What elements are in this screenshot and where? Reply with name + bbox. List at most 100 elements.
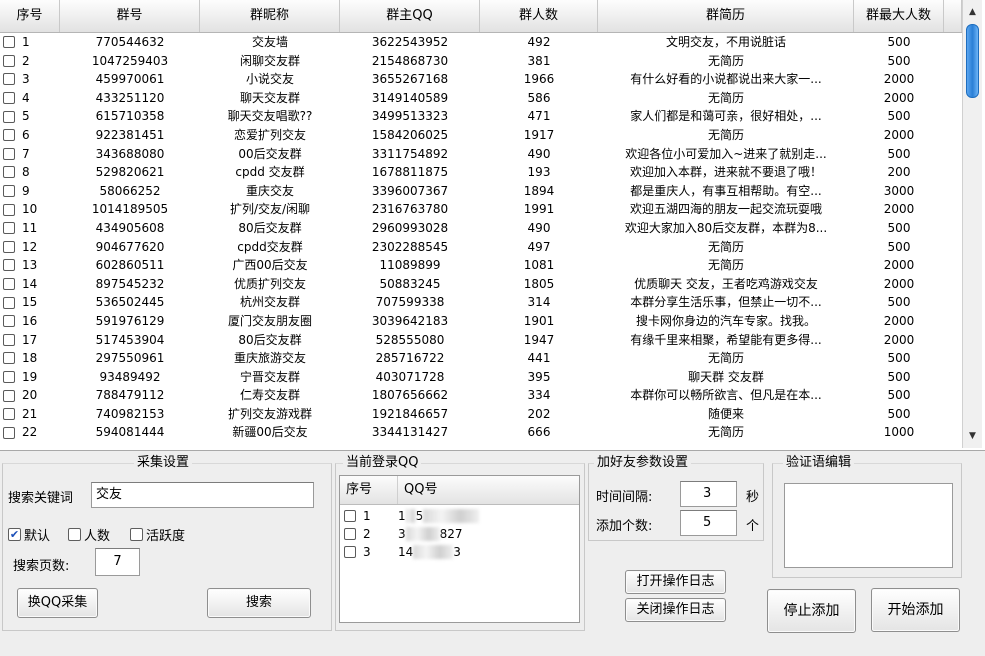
checkbox-icon[interactable] xyxy=(344,510,356,522)
start-add-button[interactable]: 开始添加 xyxy=(871,588,960,632)
table-row[interactable]: 18 297550961 重庆旅游交友 285716722 441 无简历 500 xyxy=(0,349,962,368)
login-col-qq[interactable]: QQ号 xyxy=(398,476,579,504)
close-log-button[interactable]: 关闭操作日志 xyxy=(625,598,726,622)
list-item[interactable]: 2 3 827 xyxy=(344,525,518,543)
table-row[interactable]: 19 93489492 宁晋交友群 403071728 395 聊天群 交友群 500 xyxy=(0,368,962,387)
cell-group-name: 聊天交友群 xyxy=(239,90,300,105)
col-header-max-members[interactable]: 群最大人数 xyxy=(854,0,944,32)
table-row[interactable]: 16 591976129 厦门交友朋友圈 3039642183 1901 搜卡网你身边的汽… xyxy=(0,312,962,331)
table-row[interactable]: 17 517453904 80后交友群 528555080 1947 有缘千里来相聚，希望… xyxy=(0,331,962,350)
cell-group-id: 740982153 xyxy=(95,406,165,421)
table-row[interactable]: 14 897545232 优质扩列交友 50883245 1805 优质聊天 交友，王者吃… xyxy=(0,275,962,294)
cell-index: 9 xyxy=(0,182,60,201)
checkbox-icon[interactable] xyxy=(3,203,15,216)
option-members[interactable]: 人数 xyxy=(68,525,110,544)
checkbox-icon[interactable] xyxy=(3,278,15,291)
cell-index: 16 xyxy=(0,312,60,331)
checkbox-icon[interactable] xyxy=(3,426,15,439)
vertical-scrollbar[interactable]: ▲ ▼ xyxy=(962,0,982,448)
table-row[interactable]: 4 433251120 聊天交友群 3149140589 586 无简历 2000 xyxy=(0,89,962,108)
cell-description: 欢迎加入本群，进来就不要退了哦！ xyxy=(629,165,822,180)
checkbox-icon[interactable] xyxy=(3,36,15,49)
cell-description: 无简历 xyxy=(707,425,744,440)
open-log-button[interactable]: 打开操作日志 xyxy=(625,570,726,594)
checkbox-icon[interactable] xyxy=(130,528,143,541)
checkbox-icon[interactable] xyxy=(3,352,15,365)
cell-members: 497 xyxy=(527,239,551,254)
list-item[interactable]: 1 15 xyxy=(344,507,518,525)
table-row[interactable]: 3 459970061 小说交友 3655267168 1966 有什么好看的小说都说出来… xyxy=(0,70,962,89)
table-row[interactable]: 13 602860511 广西00后交友 11089899 1081 无简历 2000 xyxy=(0,256,962,275)
checkbox-icon[interactable] xyxy=(3,54,15,67)
checkbox-icon[interactable] xyxy=(3,296,15,309)
pages-input[interactable]: 7 xyxy=(95,548,140,576)
search-button[interactable]: 搜索 xyxy=(207,588,311,618)
col-header-owner-qq[interactable]: 群主QQ xyxy=(340,0,480,32)
cell-max-members: 2000 xyxy=(883,202,915,217)
cell-description: 家人们都是和蔼可亲，很好相处，... xyxy=(630,109,822,124)
col-header-group-id[interactable]: 群号 xyxy=(60,0,200,32)
option-default[interactable]: ✔ 默认 xyxy=(8,525,50,544)
checkbox-icon[interactable] xyxy=(3,147,15,160)
table-row[interactable]: 12 904677620 cpdd交友群 2302288545 497 无简历 500 xyxy=(0,238,962,257)
table-row[interactable]: 7 343688080 00后交友群 3311754892 490 欢迎各位小可爱加入~进… xyxy=(0,145,962,164)
interval-input[interactable]: 3 xyxy=(680,481,737,507)
cell-owner-qq: 3396007367 xyxy=(371,183,449,198)
group-table: 序号 群号 群昵称 群主QQ 群人数 群简历 群最大人数 1 770544632 交… xyxy=(0,0,985,451)
stop-add-button[interactable]: 停止添加 xyxy=(767,589,856,633)
cell-owner-qq: 3622543952 xyxy=(371,35,449,49)
checkbox-icon[interactable] xyxy=(68,528,81,541)
col-header-group-name[interactable]: 群昵称 xyxy=(200,0,340,32)
table-row[interactable]: 6 922381451 恋爱扩列交友 1584206025 1917 无简历 2000 xyxy=(0,126,962,145)
verify-message-textarea[interactable] xyxy=(784,483,953,568)
option-active[interactable]: 活跃度 xyxy=(130,525,185,544)
checkbox-icon[interactable] xyxy=(3,408,15,421)
cell-description: 优质聊天 交友，王者吃鸡游戏交友 xyxy=(634,276,818,291)
checkbox-icon[interactable] xyxy=(3,259,15,272)
switch-qq-collect-button[interactable]: 换QQ采集 xyxy=(17,588,98,618)
table-row[interactable]: 21 740982153 扩列交友游戏群 1921846657 202 随便来 500 xyxy=(0,405,962,424)
checkbox-checked-icon[interactable]: ✔ xyxy=(8,528,21,541)
checkbox-icon[interactable] xyxy=(344,528,356,540)
cell-description: 有什么好看的小说都说出来大家一... xyxy=(630,72,822,87)
checkbox-icon[interactable] xyxy=(3,185,15,198)
list-item[interactable]: 3 14 3 xyxy=(344,543,518,561)
scroll-down-icon[interactable]: ▼ xyxy=(965,428,980,444)
checkbox-icon[interactable] xyxy=(3,315,15,328)
add-friend-params-title: 加好友参数设置 xyxy=(594,455,692,471)
cell-members: 490 xyxy=(527,146,551,161)
scroll-thumb[interactable] xyxy=(966,24,979,98)
checkbox-icon[interactable] xyxy=(3,240,15,253)
checkbox-icon[interactable] xyxy=(3,370,15,383)
checkbox-icon[interactable] xyxy=(3,92,15,105)
login-col-index[interactable]: 序号 xyxy=(340,476,398,504)
table-row[interactable]: 20 788479112 仁寿交友群 1807656662 334 本群你可以畅所欲言、但… xyxy=(0,386,962,405)
checkbox-icon[interactable] xyxy=(3,110,15,123)
cell-members: 1947 xyxy=(523,332,555,347)
checkbox-icon[interactable] xyxy=(3,73,15,86)
table-row[interactable]: 10 1014189505 扩列/交友/闲聊 2316763780 1991 欢迎五湖四海… xyxy=(0,200,962,219)
col-header-description[interactable]: 群简历 xyxy=(598,0,854,32)
col-header-index[interactable]: 序号 xyxy=(0,0,60,32)
checkbox-icon[interactable] xyxy=(3,389,15,402)
col-header-members[interactable]: 群人数 xyxy=(480,0,598,32)
keyword-input[interactable]: 交友 xyxy=(91,482,314,508)
checkbox-icon[interactable] xyxy=(3,222,15,235)
checkbox-icon[interactable] xyxy=(3,129,15,142)
table-row[interactable]: 15 536502445 杭州交友群 707599338 314 本群分享生活乐事，但禁止… xyxy=(0,293,962,312)
checkbox-icon[interactable] xyxy=(344,546,356,558)
checkbox-icon[interactable] xyxy=(3,333,15,346)
count-input[interactable]: 5 xyxy=(680,510,737,536)
table-row[interactable]: 11 434905608 80后交友群 2960993028 490 欢迎大家加入80后交… xyxy=(0,219,962,238)
table-row[interactable]: 1 770544632 交友墙 3622543952 492 文明交友，不用说脏话 500 xyxy=(0,33,962,52)
table-row[interactable]: 5 615710358 聊天交友唱歌?? 3499513323 471 家人们都是和蔼可亲… xyxy=(0,107,962,126)
table-row[interactable]: 8 529820621 cpdd 交友群 1678811875 193 欢迎加入本群，进来… xyxy=(0,163,962,182)
checkbox-icon[interactable] xyxy=(3,166,15,179)
table-row[interactable]: 22 594081444 新疆00后交友 3344131427 666 无简历 1000 xyxy=(0,423,962,442)
scroll-up-icon[interactable]: ▲ xyxy=(965,4,980,20)
cell-index: 18 xyxy=(0,349,60,368)
cell-group-name: 交友墙 xyxy=(251,35,288,49)
table-row[interactable]: 9 58066252 重庆交友 3396007367 1894 都是重庆人，有事互相帮助。… xyxy=(0,182,962,201)
table-row[interactable]: 2 1047259403 闲聊交友群 2154868730 381 无简历 500 xyxy=(0,52,962,71)
cell-description: 无简历 xyxy=(707,53,744,68)
